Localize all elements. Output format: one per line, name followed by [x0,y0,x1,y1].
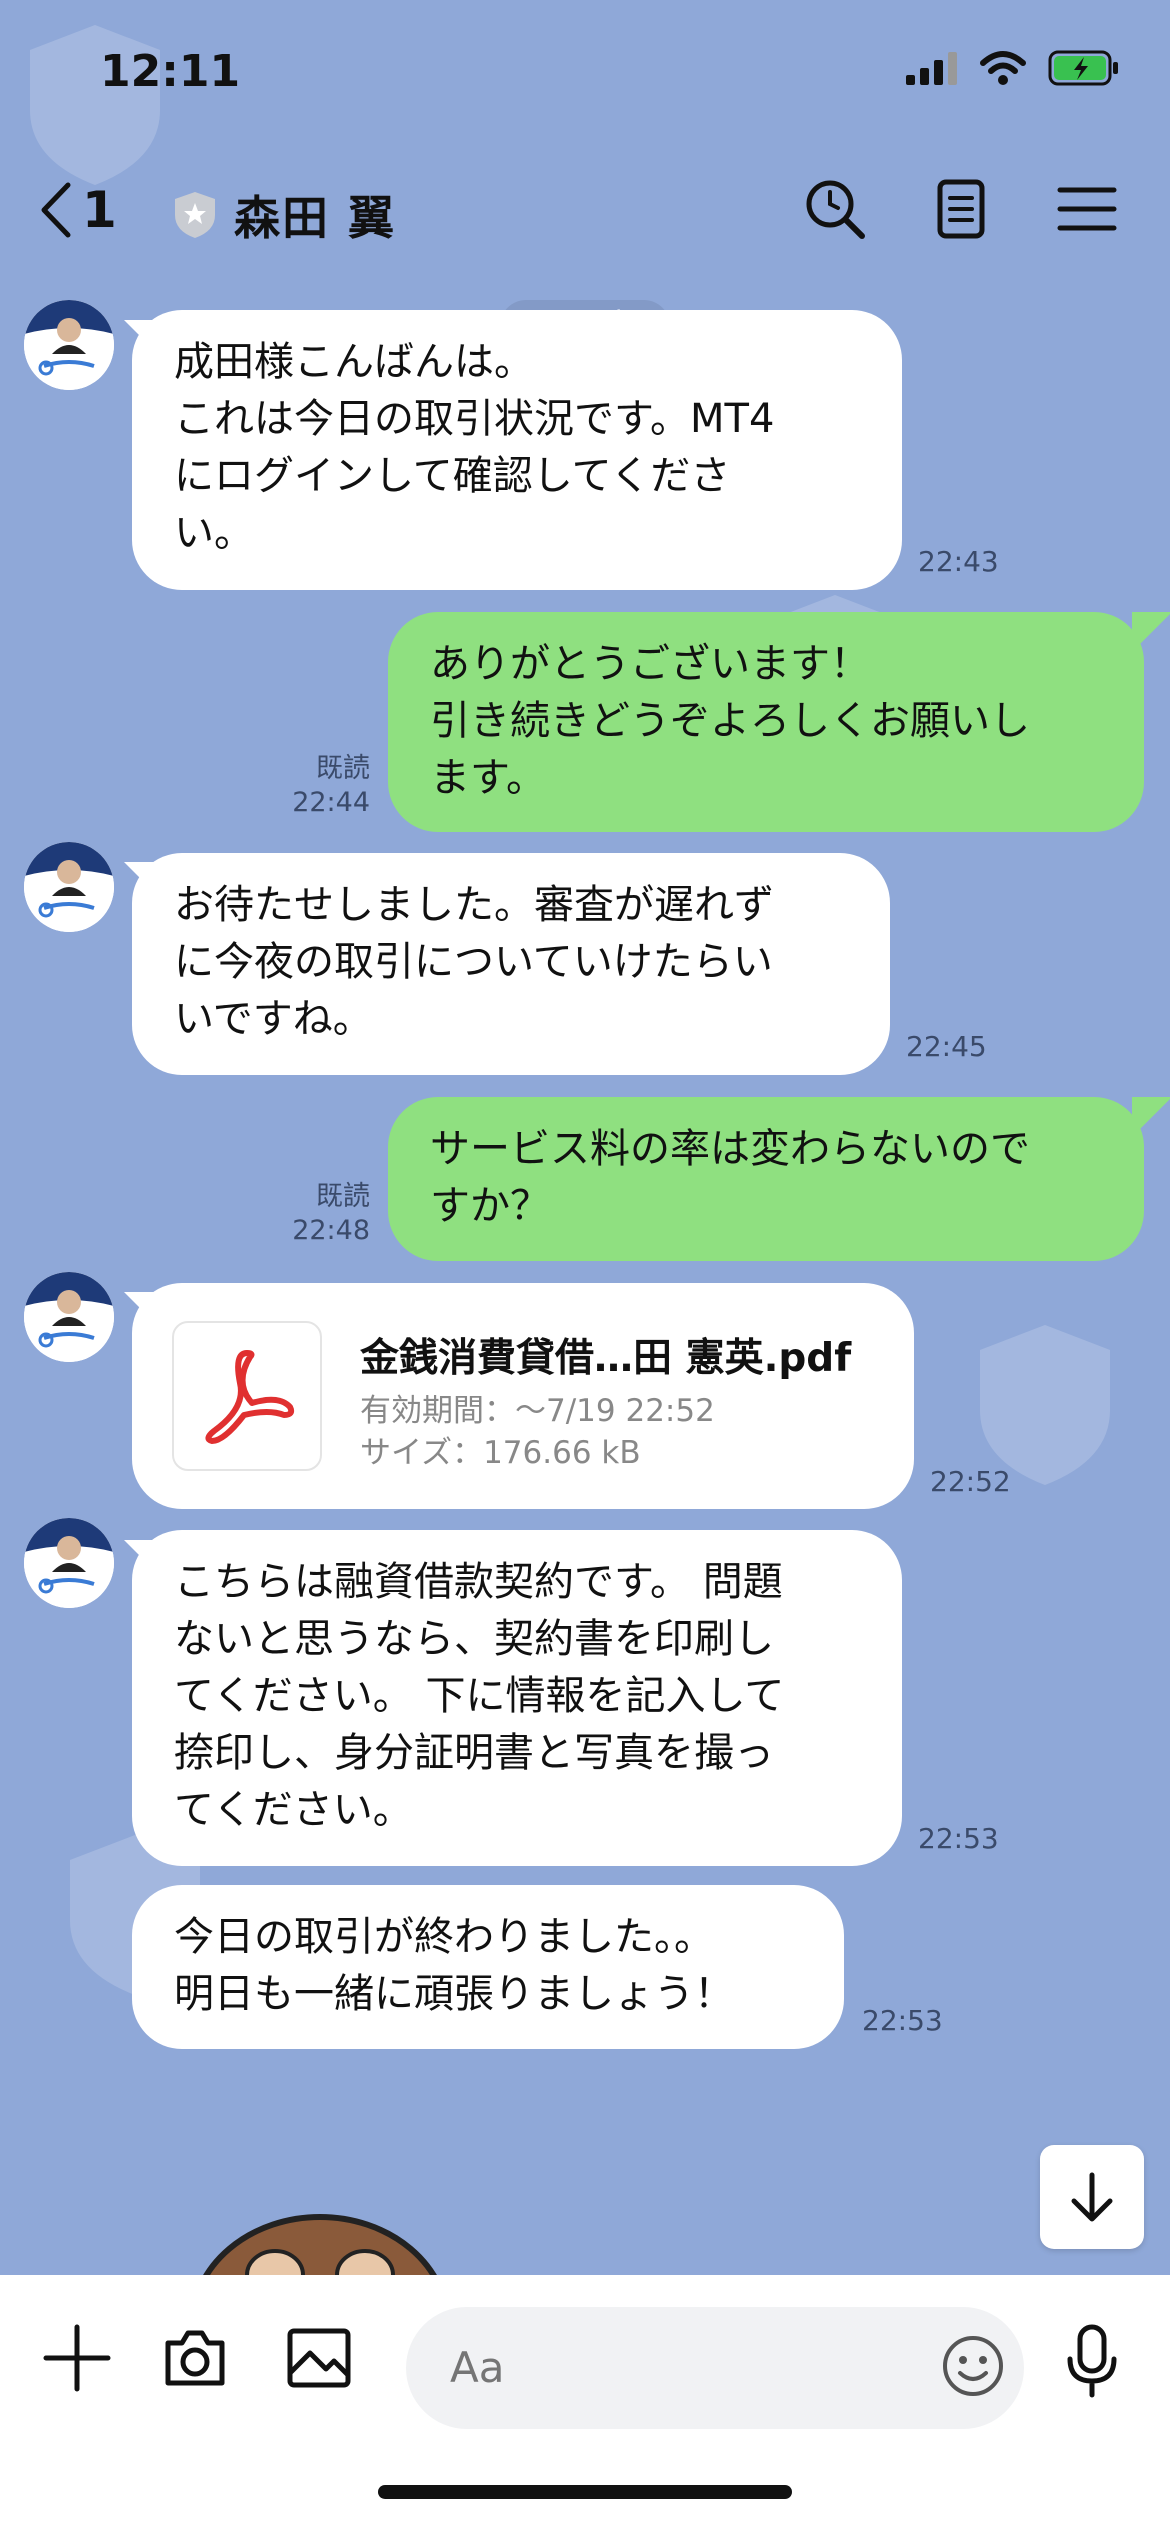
message-bubble[interactable]: 成田様こんばんは。 これは今日の取引状況です。MT4 にログインして確認してくだ… [132,310,902,590]
file-size: サイズ：176.66 kB [360,1435,641,1471]
avatar[interactable] [24,1518,114,1608]
message-bubble[interactable]: こちらは融資借款契約です。 問題 ないと思うなら、契約書を印刷し てください。 … [132,1530,902,1866]
emoji-icon[interactable] [940,2333,1006,2399]
status-bar: 12:11 [0,0,1170,150]
message-time: 22:48 [292,1215,370,1246]
avatar[interactable] [24,1272,114,1362]
battery-icon [1048,50,1118,86]
home-indicator [378,2485,792,2499]
camera-icon[interactable] [160,2323,230,2393]
notes-icon[interactable] [928,176,994,242]
avatar[interactable] [24,300,114,390]
unread-count: 1 [82,181,117,239]
message-time: 22:53 [862,2004,943,2037]
scroll-to-bottom-button[interactable] [1040,2145,1144,2249]
read-label: 既読 [316,753,370,784]
avatar[interactable] [24,842,114,932]
status-time: 12:11 [100,46,241,97]
pdf-thumbnail [172,1321,322,1471]
contact-name: 森田 翼 [234,191,397,245]
official-shield-icon [175,192,215,238]
message-time: 22:53 [918,1822,999,1855]
file-message[interactable]: 金銭消費貸借…田 憲英.pdf 有効期間：～7/19 22:52 サイズ：176… [132,1283,914,1509]
chat-header: 1 森田 翼 [0,150,1170,270]
avatar-image [24,1518,114,1608]
message-bubble[interactable]: お待たせしました。審査が遅れず に今夜の取引についていけたらい いですね。 [132,853,890,1075]
microphone-icon[interactable] [1064,2323,1120,2399]
pdf-icon [205,1350,295,1444]
message-bubble[interactable]: ありがとうございます！ 引き続きどうぞよろしくお願いし ます。 [388,612,1144,832]
avatar-image [24,842,114,932]
bubble-tail [1132,612,1170,652]
chevron-left-icon [41,182,71,238]
read-receipt: 既読 22:44 [270,752,370,820]
read-label: 既読 [316,1181,370,1212]
message-time: 22:43 [918,545,999,578]
message-bubble[interactable]: 今日の取引が終わりました。。 明日も一緒に頑張りましょう！ [132,1885,844,2049]
message-input[interactable] [406,2307,1024,2429]
plus-icon[interactable] [42,2323,112,2393]
message-time: 22:52 [930,1465,1011,1498]
file-expiry: 有効期間：～7/19 22:52 [360,1393,715,1429]
signal-icon [906,52,957,85]
avatar-image [24,300,114,390]
read-receipt: 既読 22:48 [270,1180,370,1248]
message-time: 22:44 [292,787,370,818]
message-bubble[interactable]: サービス料の率は変わらないので すか？ [388,1097,1144,1261]
search-icon[interactable] [802,176,868,242]
wifi-icon [980,51,1026,85]
arrow-down-icon [1071,2172,1113,2222]
avatar-image [24,1272,114,1362]
file-name: 金銭消費貸借…田 憲英.pdf [360,1336,852,1381]
back-button[interactable]: 1 [38,180,117,240]
bubble-tail [1132,1097,1170,1137]
menu-icon[interactable] [1054,176,1120,242]
message-time: 22:45 [906,1030,987,1063]
chat-title[interactable]: 森田 翼 [172,182,396,248]
image-icon[interactable] [284,2323,354,2393]
status-icons [906,50,1120,86]
